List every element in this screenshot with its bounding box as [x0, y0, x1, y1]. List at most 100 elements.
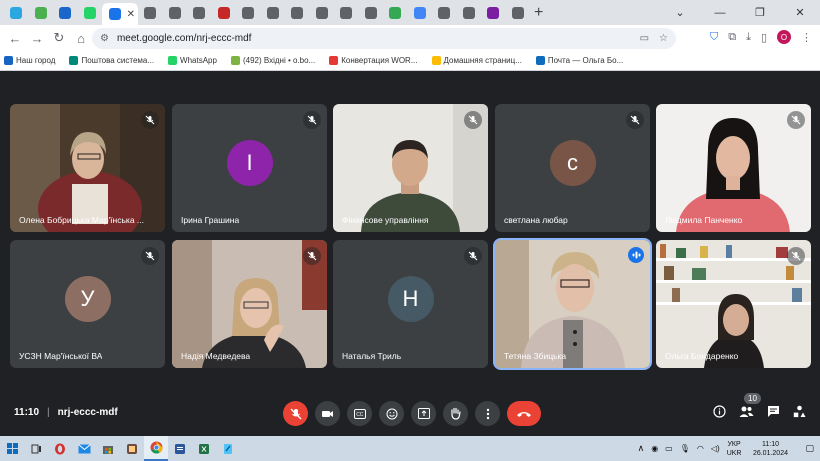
task-view-button[interactable]: [24, 436, 48, 461]
activities-icon: [793, 405, 806, 418]
camera-icon[interactable]: ▭: [640, 33, 649, 44]
taskbar-opera[interactable]: [48, 436, 72, 461]
activities-button[interactable]: [793, 405, 806, 423]
taskbar-app[interactable]: [120, 436, 144, 461]
menu-icon[interactable]: ⋮: [801, 31, 812, 44]
browser-tab[interactable]: [408, 3, 433, 23]
tab-search-icon[interactable]: ⌄: [660, 6, 700, 19]
browser-tab[interactable]: [29, 3, 54, 23]
clock[interactable]: 11:10 26.01.2024: [748, 440, 792, 458]
taskbar-word[interactable]: [168, 436, 192, 461]
people-button[interactable]: [739, 405, 754, 423]
tab-close-icon[interactable]: ✕: [127, 9, 135, 20]
reload-icon[interactable]: ↻: [48, 30, 70, 46]
taskbar-chrome[interactable]: [144, 436, 168, 461]
network-icon[interactable]: ◉: [651, 444, 658, 453]
browser-tab[interactable]: [506, 3, 531, 23]
back-icon[interactable]: ←: [4, 31, 26, 46]
tray-overflow-icon[interactable]: ∧: [638, 443, 645, 454]
reactions-button[interactable]: [379, 401, 404, 426]
mic-tray-icon[interactable]: 🎙: [680, 444, 690, 453]
participant-tile[interactable]: Тетяна Збицька: [493, 238, 652, 370]
mic-muted-icon: [141, 111, 159, 129]
chat-button[interactable]: [767, 405, 780, 423]
extension-shield-icon[interactable]: ⛉: [710, 31, 718, 44]
participant-tile[interactable]: У УСЗН Мар'їнської ВА: [10, 240, 165, 368]
browser-tab[interactable]: [432, 3, 457, 23]
participant-tile[interactable]: с светлана любар: [495, 104, 650, 232]
site-info-icon[interactable]: ⚙: [100, 33, 109, 44]
participant-tile[interactable]: I Ірина Грашина: [172, 104, 327, 232]
opera-icon: [55, 443, 65, 454]
new-tab-button[interactable]: +: [534, 4, 543, 22]
extensions-icon[interactable]: ⧉: [728, 31, 736, 44]
camera-off-icon: [322, 410, 333, 417]
participant-tile[interactable]: Фінансове управління: [333, 104, 488, 232]
minimize-icon[interactable]: —: [700, 7, 740, 19]
bookmark-item[interactable]: Поштова система...: [69, 56, 154, 65]
browser-tab[interactable]: [4, 3, 29, 23]
browser-tab[interactable]: [261, 3, 286, 23]
browser-tab[interactable]: [212, 3, 237, 23]
taskbar-excel[interactable]: [192, 436, 216, 461]
browser-tab[interactable]: [163, 3, 188, 23]
bookmark-item[interactable]: Конвертация WOR...: [329, 56, 418, 65]
bookmark-item[interactable]: Наш город: [4, 56, 55, 65]
leave-call-button[interactable]: [507, 401, 541, 426]
home-icon[interactable]: ⌂: [70, 31, 92, 46]
meeting-details-button[interactable]: [713, 405, 726, 423]
url-text: meet.google.com/nrj-eccc-mdf: [116, 33, 252, 44]
browser-tab[interactable]: [78, 3, 103, 23]
bookmark-item[interactable]: Почта — Ольга Бо...: [535, 56, 623, 65]
start-button[interactable]: [0, 436, 24, 461]
close-window-icon[interactable]: ✕: [780, 6, 820, 19]
tab-favicon-icon: [168, 6, 181, 19]
download-icon[interactable]: ⤓: [746, 31, 751, 44]
browser-tab[interactable]: [383, 3, 408, 23]
present-button[interactable]: [411, 401, 436, 426]
participant-tile[interactable]: Ольга Бондаренко: [656, 240, 811, 368]
bookmark-item[interactable]: (492) Вхідні • o.bo...: [230, 56, 315, 65]
tab-favicon-icon: [315, 6, 328, 19]
browser-tab[interactable]: [236, 3, 261, 23]
notifications-icon[interactable]: ▢: [805, 443, 814, 454]
browser-tab[interactable]: [138, 3, 163, 23]
language-indicator[interactable]: УКР UKR: [727, 440, 742, 458]
tab-favicon-icon: [340, 6, 353, 19]
tab-favicon-icon: [144, 6, 157, 19]
browser-tab[interactable]: [359, 3, 384, 23]
profile-avatar[interactable]: O: [777, 30, 791, 44]
volume-icon[interactable]: ◁): [711, 444, 720, 453]
browser-tab[interactable]: [187, 3, 212, 23]
participant-tile[interactable]: Олена Бобрицька Мар'їнська ...: [10, 104, 165, 232]
raise-hand-button[interactable]: [443, 401, 468, 426]
wifi-icon[interactable]: ◠: [697, 444, 704, 453]
mic-toggle-button[interactable]: [283, 401, 308, 426]
taskbar-mail[interactable]: [72, 436, 96, 461]
maximize-icon[interactable]: ❐: [740, 6, 780, 19]
browser-tab[interactable]: [457, 3, 482, 23]
captions-button[interactable]: CC: [347, 401, 372, 426]
present-icon: [417, 408, 430, 419]
url-input[interactable]: ⚙ meet.google.com/nrj-eccc-mdf ▭ ☆: [92, 28, 676, 49]
bookmark-item[interactable]: WhatsApp: [168, 56, 217, 65]
browser-tab[interactable]: ✕: [102, 3, 138, 25]
bookmark-item[interactable]: Домашняя страниц...: [431, 56, 522, 65]
taskbar-store[interactable]: [96, 436, 120, 461]
forward-icon[interactable]: →: [26, 31, 48, 46]
bookmark-favicon-icon: [535, 56, 545, 65]
participant-tile[interactable]: Н Наталья Триль: [333, 240, 488, 368]
browser-tab[interactable]: [334, 3, 359, 23]
taskbar-notes[interactable]: [216, 436, 240, 461]
browser-tab[interactable]: [310, 3, 335, 23]
bookmark-star-icon[interactable]: ☆: [659, 33, 668, 44]
browser-tab[interactable]: [481, 3, 506, 23]
battery-icon[interactable]: ▭: [665, 444, 673, 453]
browser-tab[interactable]: [285, 3, 310, 23]
participant-tile[interactable]: Надія Медведева: [172, 240, 327, 368]
browser-tab[interactable]: [53, 3, 78, 23]
more-options-button[interactable]: [475, 401, 500, 426]
camera-toggle-button[interactable]: [315, 401, 340, 426]
participant-tile[interactable]: Людмила Панченко: [656, 104, 811, 232]
side-panel-icon[interactable]: ▯: [761, 31, 767, 44]
